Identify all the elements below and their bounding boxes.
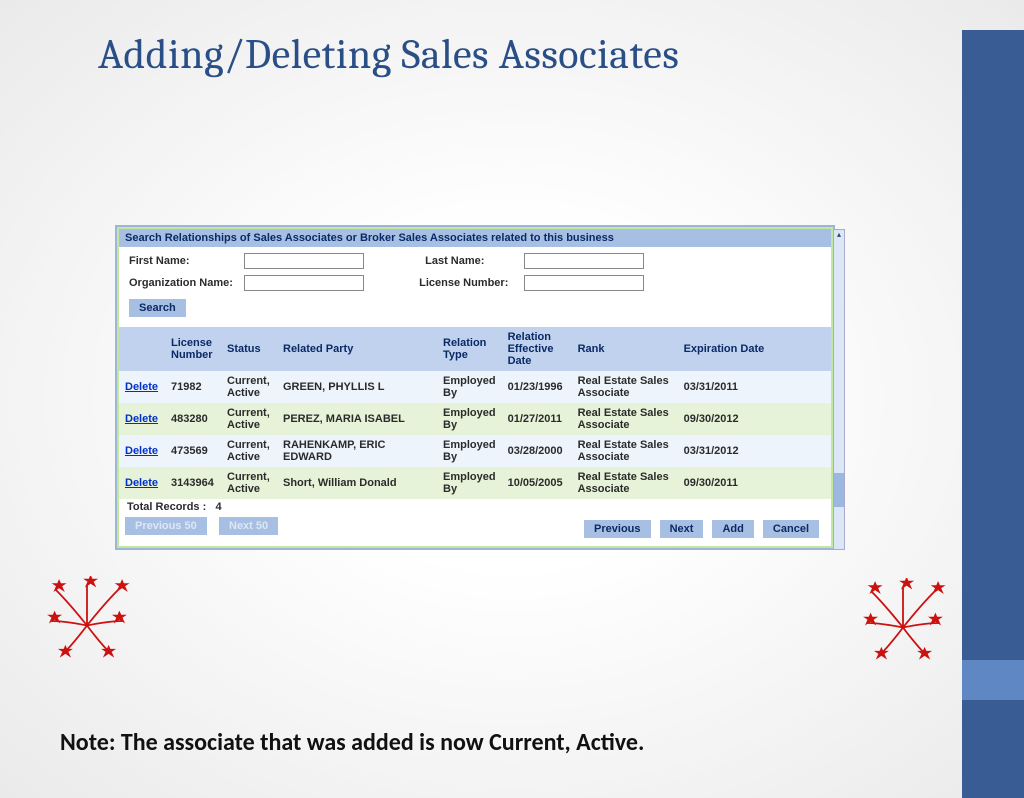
cell-rank: Real Estate Sales Associate — [572, 403, 678, 435]
scroll-thumb[interactable] — [834, 473, 844, 507]
cell-license: 473569 — [165, 435, 221, 467]
firework-icon — [42, 576, 132, 666]
cell-rank: Real Estate Sales Associate — [572, 467, 678, 499]
cell-rank: Real Estate Sales Associate — [572, 371, 678, 403]
delete-link[interactable]: Delete — [125, 413, 158, 425]
cell-status: Current, Active — [221, 435, 277, 467]
cell-rank: Real Estate Sales Associate — [572, 435, 678, 467]
cell-effdate: 10/05/2005 — [502, 467, 572, 499]
col-exp: Expiration Date — [678, 327, 831, 371]
cell-rtype: Employed By — [437, 435, 502, 467]
cell-license: 3143964 — [165, 467, 221, 499]
add-button[interactable]: Add — [712, 520, 753, 538]
total-records: Total Records : 4 — [119, 499, 831, 515]
col-license: License Number — [165, 327, 221, 371]
totals-label: Total Records : — [127, 501, 206, 513]
results-table: License Number Status Related Party Rela… — [119, 327, 831, 499]
col-status: Status — [221, 327, 277, 371]
col-party: Related Party — [277, 327, 437, 371]
cell-exp: 03/31/2011 — [678, 371, 831, 403]
cell-exp: 09/30/2012 — [678, 403, 831, 435]
col-rank: Rank — [572, 327, 678, 371]
cell-status: Current, Active — [221, 467, 277, 499]
delete-link[interactable]: Delete — [125, 477, 158, 489]
panel-header: Search Relationships of Sales Associates… — [119, 229, 831, 247]
cell-party: Short, William Donald — [277, 467, 437, 499]
app-panel: Search Relationships of Sales Associates… — [115, 225, 835, 550]
cell-effdate: 03/28/2000 — [502, 435, 572, 467]
cell-exp: 09/30/2011 — [678, 467, 831, 499]
label-first-name: First Name: — [129, 255, 241, 267]
col-action — [119, 327, 165, 371]
firework-icon — [858, 578, 948, 668]
previous-50-button[interactable]: Previous 50 — [125, 517, 207, 535]
table-row: Delete 3143964Current, ActiveShort, Willi… — [119, 467, 831, 499]
next-50-button[interactable]: Next 50 — [219, 517, 278, 535]
col-rtype: Relation Type — [437, 327, 502, 371]
search-button[interactable]: Search — [129, 299, 186, 317]
cell-status: Current, Active — [221, 403, 277, 435]
cell-status: Current, Active — [221, 371, 277, 403]
cell-party: GREEN, PHYLLIS L — [277, 371, 437, 403]
delete-link[interactable]: Delete — [125, 381, 158, 393]
first-name-input[interactable] — [244, 253, 364, 269]
slide-note: Note: The associate that was added is no… — [60, 728, 644, 757]
previous-button[interactable]: Previous — [584, 520, 650, 538]
cell-rtype: Employed By — [437, 403, 502, 435]
org-name-input[interactable] — [244, 275, 364, 291]
cell-rtype: Employed By — [437, 371, 502, 403]
delete-link[interactable]: Delete — [125, 445, 158, 457]
cell-exp: 03/31/2012 — [678, 435, 831, 467]
label-license-number: License Number: — [419, 277, 521, 289]
cell-party: PEREZ, MARIA ISABEL — [277, 403, 437, 435]
last-name-input[interactable] — [524, 253, 644, 269]
scrollbar[interactable]: ▴ — [833, 229, 845, 550]
table-row: Delete 71982Current, ActiveGREEN, PHYLLIS… — [119, 371, 831, 403]
cell-effdate: 01/23/1996 — [502, 371, 572, 403]
slide-title: Adding/Deleting Sales Associates — [98, 30, 1024, 79]
label-org-name: Organization Name: — [129, 277, 259, 289]
table-row: Delete 473569Current, ActiveRAHENKAMP, ER… — [119, 435, 831, 467]
footer-buttons: Previous Next Add Cancel — [578, 520, 819, 538]
cell-license: 483280 — [165, 403, 221, 435]
search-area: First Name: Last Name: Organization Name… — [119, 247, 831, 321]
side-accent — [962, 660, 1024, 700]
cell-effdate: 01/27/2011 — [502, 403, 572, 435]
totals-value: 4 — [215, 501, 221, 513]
next-button[interactable]: Next — [660, 520, 704, 538]
cell-rtype: Employed By — [437, 467, 502, 499]
license-number-input[interactable] — [524, 275, 644, 291]
col-effdate: Relation Effective Date — [502, 327, 572, 371]
cancel-button[interactable]: Cancel — [763, 520, 819, 538]
label-last-name: Last Name: — [425, 255, 521, 267]
cell-license: 71982 — [165, 371, 221, 403]
cell-party: RAHENKAMP, ERIC EDWARD — [277, 435, 437, 467]
scroll-up-icon: ▴ — [834, 230, 844, 240]
table-row: Delete 483280Current, ActivePEREZ, MARIA … — [119, 403, 831, 435]
